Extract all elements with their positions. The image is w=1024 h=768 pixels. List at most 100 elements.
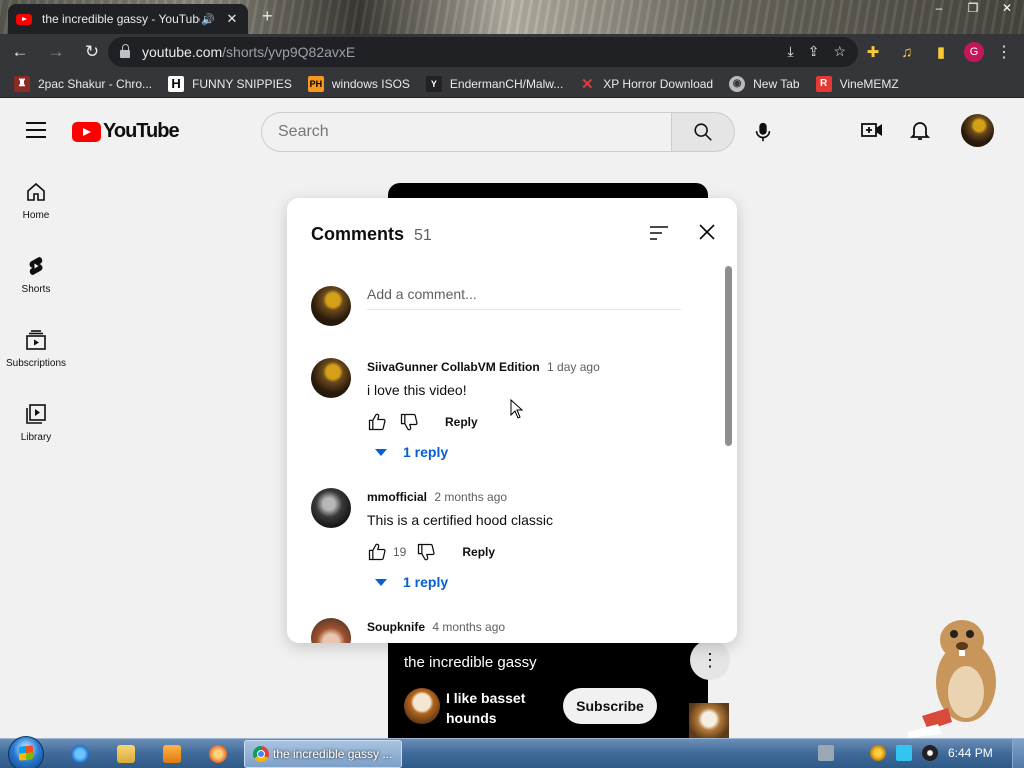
taskbar-chrome-window[interactable]: the incredible gassy ... (244, 740, 402, 768)
taskbar-pin-paint[interactable] (198, 741, 238, 767)
taskbar-pin-media[interactable] (152, 741, 192, 767)
search-box[interactable] (261, 112, 671, 152)
view-replies-button[interactable]: 1 reply (373, 444, 448, 460)
show-desktop-button[interactable] (1012, 739, 1024, 768)
youtube-logo[interactable]: YouTube (72, 120, 180, 143)
url-host: youtube.com (142, 44, 223, 60)
taskbar-pin-ie[interactable] (60, 741, 100, 767)
reply-button[interactable]: Reply (462, 545, 495, 559)
bookmark-item[interactable]: ♜ 2pac Shakur - Chro... (14, 75, 153, 92)
address-bar[interactable]: youtube.com/shorts/yvp9Q82avxE ⤓ ⇪ ☆ (108, 37, 858, 67)
close-tab-icon[interactable]: ✕ (224, 11, 240, 27)
commenter-avatar[interactable] (311, 358, 351, 398)
profile-avatar[interactable]: G (964, 42, 984, 62)
reply-button[interactable]: Reply (445, 415, 478, 429)
back-button[interactable]: ← (4, 36, 36, 68)
bookmark-star-icon[interactable]: ☆ (833, 43, 846, 60)
commenter-avatar[interactable] (311, 618, 351, 643)
thumbs-down-icon[interactable] (399, 412, 419, 432)
bookmark-item[interactable]: R VineMEMZ (815, 75, 899, 92)
minimize-icon[interactable]: – (922, 0, 956, 18)
guide-item-shorts[interactable]: Shorts (0, 238, 72, 312)
voice-search-button[interactable] (743, 112, 783, 152)
commenter-avatar[interactable] (311, 488, 351, 528)
comment-author[interactable]: mmofficial (367, 490, 427, 504)
bookmark-item[interactable]: ✕ XP Horror Download (579, 76, 713, 93)
comment-author[interactable]: SiivaGunner CollabVM Edition (367, 360, 540, 374)
comment-author[interactable]: Soupknife (367, 620, 425, 634)
internet-explorer-icon (71, 745, 89, 763)
volume-icon[interactable] (922, 745, 938, 761)
comment-time[interactable]: 4 months ago (432, 620, 505, 634)
bookmark-item[interactable]: Y EndermanCH/Malw... (425, 75, 564, 92)
ph-icon: PH (307, 75, 324, 92)
tray-app-icon[interactable] (818, 745, 834, 761)
system-tray (818, 745, 938, 761)
comments-scrollbar[interactable] (725, 266, 732, 446)
search-button[interactable] (671, 112, 735, 152)
bookmark-label: EndermanCH/Malw... (449, 76, 564, 91)
search-input[interactable] (278, 123, 671, 141)
view-replies-button[interactable]: 1 reply (373, 574, 448, 590)
sound-thumbnail[interactable] (689, 703, 729, 739)
add-comment-box[interactable] (367, 286, 681, 310)
bookmark-label: 2pac Shakur - Chro... (38, 76, 153, 91)
guide-menu-icon[interactable] (26, 122, 46, 138)
reload-button[interactable]: ↻ (76, 36, 108, 68)
guide-item-subscriptions[interactable]: Subscriptions (0, 312, 72, 386)
comment-time[interactable]: 2 months ago (434, 490, 507, 504)
r-icon: R (815, 75, 832, 92)
bookmark-item[interactable]: H FUNNY SNIPPIES (168, 75, 292, 92)
guide-item-home[interactable]: Home (0, 164, 72, 238)
thumbs-up-icon[interactable] (367, 412, 387, 432)
create-video-icon[interactable] (860, 118, 884, 142)
network-icon[interactable] (896, 745, 912, 761)
extensions-icon[interactable]: ✚ (862, 37, 884, 67)
thumbs-down-icon[interactable] (416, 542, 436, 562)
toolbar-right: ✚ ♫ ▮ G ⋮ (862, 37, 1012, 67)
new-tab-button[interactable]: + (262, 6, 273, 27)
subscribe-button[interactable]: Subscribe (563, 688, 657, 724)
lock-icon[interactable] (120, 44, 130, 58)
short-title: the incredible gassy (404, 654, 537, 671)
search-icon (694, 123, 712, 141)
maximize-icon[interactable]: ❐ (956, 0, 990, 18)
comment-time[interactable]: 1 day ago (547, 360, 600, 374)
address-url[interactable]: youtube.com/shorts/yvp9Q82avxE (142, 44, 355, 60)
bookmark-label: FUNNY SNIPPIES (192, 76, 292, 91)
close-icon[interactable] (697, 222, 717, 242)
comments-header: Comments 51 (311, 224, 432, 245)
notifications-bell-icon[interactable] (908, 118, 932, 142)
comment-text: This is a certified hood classic (367, 512, 553, 528)
taskbar-pin-explorer[interactable] (106, 741, 146, 767)
install-icon[interactable]: ⤓ (788, 43, 794, 60)
chrome-menu-icon[interactable]: ⋮ (996, 42, 1012, 62)
more-actions-button[interactable]: ⋮ (690, 640, 730, 680)
thumbs-up-icon[interactable] (367, 542, 387, 562)
comment-actions: 19 Reply (367, 540, 495, 564)
side-panel-icon[interactable]: ▮ (930, 37, 952, 67)
channel-avatar[interactable] (404, 688, 440, 724)
start-button[interactable] (8, 736, 44, 768)
search-tray-icon[interactable] (870, 745, 886, 761)
chrome-icon (253, 746, 269, 762)
tupac-icon: ♜ (14, 75, 30, 92)
window-close-icon[interactable]: ✕ (990, 0, 1024, 18)
channel-name[interactable]: I like basset hounds (446, 688, 556, 728)
taskbar-clock[interactable]: 6:44 PM (948, 746, 993, 760)
browser-tab-active[interactable]: the incredible gassy - YouTube 🔊 ✕ (8, 4, 248, 34)
media-control-icon[interactable]: ♫ (896, 37, 918, 67)
bookmark-label: New Tab (753, 76, 800, 91)
forward-button[interactable]: → (40, 36, 72, 68)
sort-icon[interactable] (649, 224, 669, 242)
guide-item-library[interactable]: Library (0, 386, 72, 460)
speaker-icon[interactable]: 🔊 (200, 13, 216, 26)
account-avatar[interactable] (961, 114, 994, 147)
add-comment-input[interactable] (367, 286, 681, 302)
bookmark-item[interactable]: PH windows ISOS (307, 75, 410, 92)
bookmark-item[interactable]: ◉ New Tab (729, 75, 800, 92)
guide-label: Shorts (21, 284, 51, 295)
share-icon[interactable]: ⇪ (808, 43, 820, 60)
comment-actions: Reply (367, 410, 478, 434)
tab-title: the incredible gassy - YouTube (42, 12, 200, 26)
